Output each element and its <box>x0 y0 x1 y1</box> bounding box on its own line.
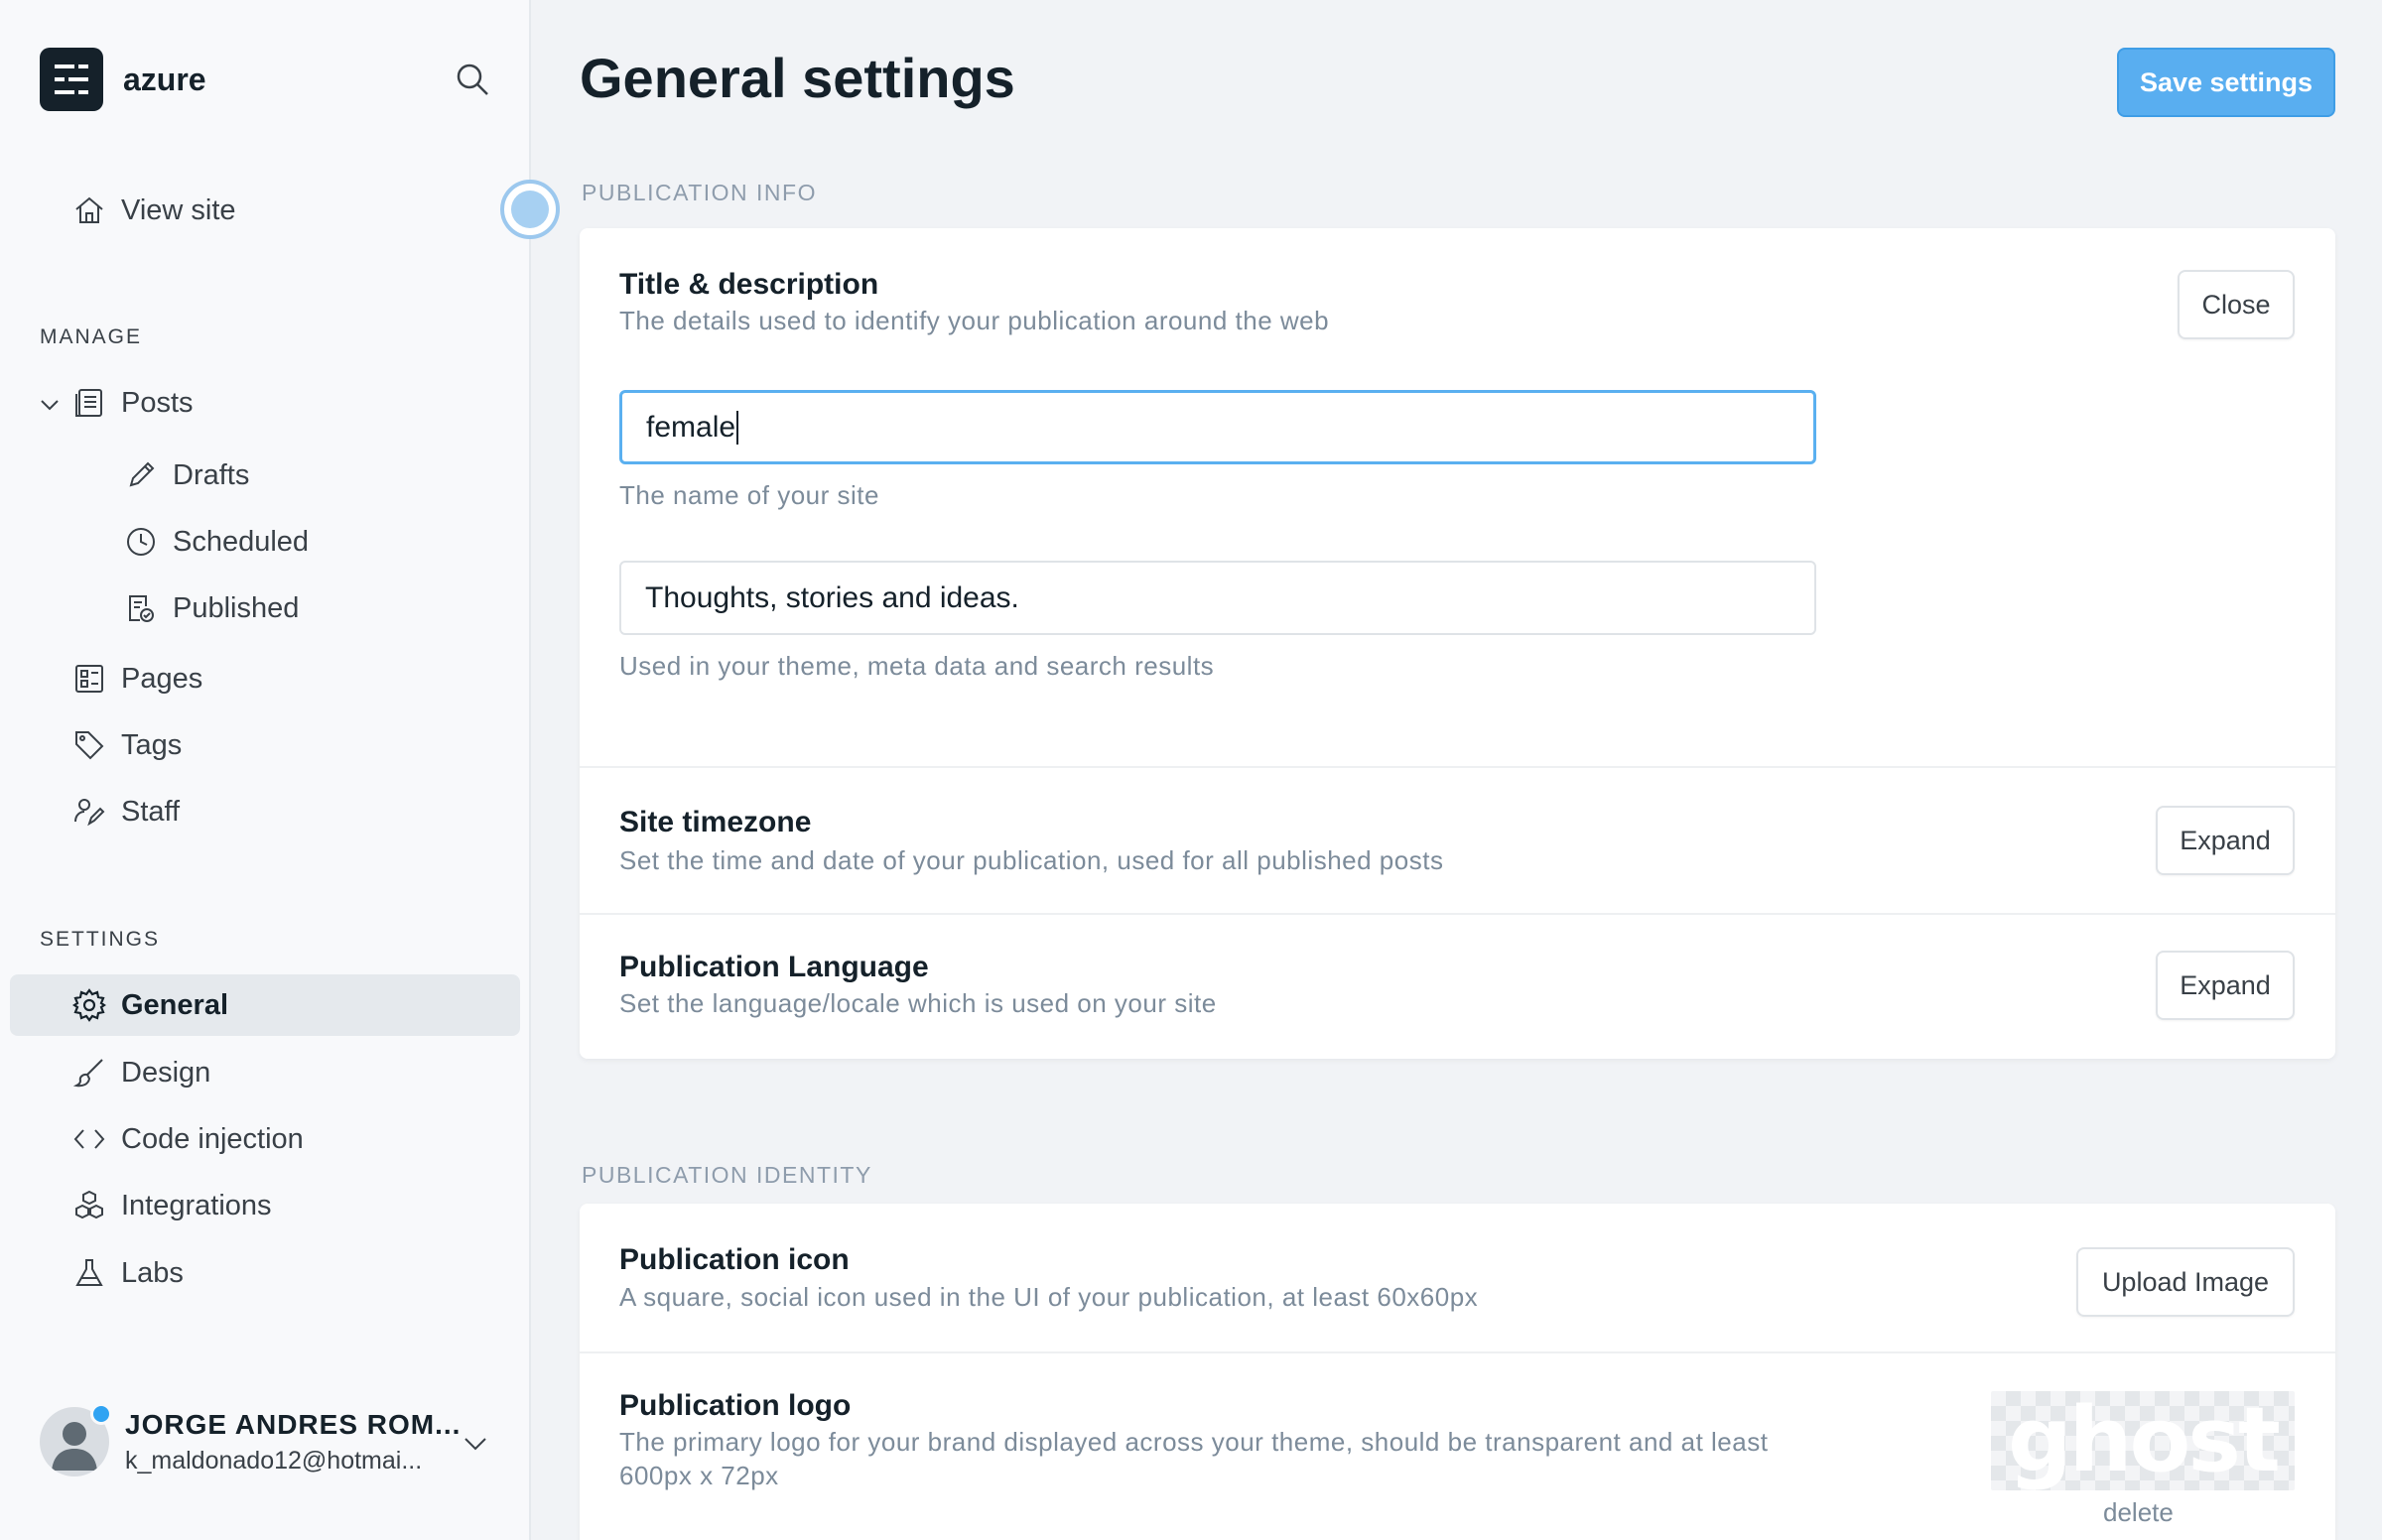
settings-section-label: SETTINGS <box>40 928 161 951</box>
code-icon <box>71 1121 107 1157</box>
language-expand-button[interactable]: Expand <box>2156 951 2295 1020</box>
brush-icon <box>71 1055 107 1091</box>
site-timezone-row: Site timezone Set the time and date of y… <box>580 766 2335 913</box>
nav-published[interactable]: Published <box>123 586 299 630</box>
logo-preview-text: ghost <box>2008 1388 2281 1492</box>
manage-section-label: MANAGE <box>40 325 143 348</box>
sidebar: azure View site MANAGE Posts Drafts Sche… <box>0 0 531 1540</box>
publication-logo-desc: The primary logo for your brand displaye… <box>619 1427 1769 1490</box>
published-icon <box>123 590 159 626</box>
publication-info-card: Title & description The details used to … <box>580 228 2335 1059</box>
text-cursor <box>736 410 739 445</box>
nav-design[interactable]: Design <box>71 1051 210 1094</box>
nav-staff[interactable]: Staff <box>71 790 180 834</box>
user-name: JORGE ANDRES ROM... <box>125 1408 462 1440</box>
brand[interactable]: azure <box>40 48 206 111</box>
site-description-input[interactable]: Thoughts, stories and ideas. <box>619 561 1816 635</box>
staff-icon <box>71 794 107 830</box>
chevron-down-icon[interactable] <box>461 1429 490 1459</box>
nav-published-label: Published <box>173 591 300 624</box>
status-dot <box>90 1403 112 1425</box>
site-description-hint: Used in your theme, meta data and search… <box>619 651 1215 681</box>
site-title-value: female <box>646 410 736 444</box>
nav-pages[interactable]: Pages <box>71 657 202 701</box>
nav-scheduled[interactable]: Scheduled <box>123 520 309 564</box>
nav-drafts-label: Drafts <box>173 458 250 491</box>
publication-language-row: Publication Language Set the language/lo… <box>580 913 2335 1059</box>
timezone-expand-button[interactable]: Expand <box>2156 806 2295 875</box>
user-email: k_maldonado12@hotmai... <box>125 1446 423 1475</box>
close-button[interactable]: Close <box>2178 270 2295 339</box>
publication-icon-desc: A square, social icon used in the UI of … <box>619 1282 1479 1312</box>
tag-icon <box>71 727 107 763</box>
logo-delete-link[interactable]: delete <box>2103 1497 2174 1528</box>
nav-pages-label: Pages <box>121 662 203 695</box>
nav-integrations[interactable]: Integrations <box>71 1184 272 1227</box>
flask-icon <box>71 1255 107 1291</box>
gear-icon <box>71 987 107 1023</box>
posts-icon <box>71 385 107 421</box>
publication-info-label: PUBLICATION INFO <box>582 180 817 205</box>
publication-icon-row: Publication icon A square, social icon u… <box>580 1204 2335 1351</box>
nav-design-label: Design <box>121 1056 211 1089</box>
nav-posts[interactable]: Posts <box>71 381 194 425</box>
integrations-icon <box>71 1188 107 1223</box>
nav-labs[interactable]: Labs <box>71 1251 184 1295</box>
pencil-icon <box>123 457 159 493</box>
site-title-hint: The name of your site <box>619 480 879 510</box>
save-settings-button[interactable]: Save settings <box>2117 48 2335 117</box>
publication-logo-heading: Publication logo <box>619 1389 852 1422</box>
home-icon <box>71 192 107 228</box>
nav-integrations-label: Integrations <box>121 1189 272 1221</box>
user-menu[interactable]: JORGE ANDRES ROM... k_maldonado12@hotmai… <box>40 1403 462 1476</box>
nav-general-label: General <box>121 988 228 1021</box>
publication-icon-heading: Publication icon <box>619 1243 850 1276</box>
clock-icon <box>123 524 159 560</box>
nav-tags[interactable]: Tags <box>71 723 182 767</box>
nav-code-injection[interactable]: Code injection <box>71 1117 304 1161</box>
site-description-value: Thoughts, stories and ideas. <box>645 580 1019 614</box>
site-title-input[interactable]: female <box>619 390 1816 464</box>
nav-drafts[interactable]: Drafts <box>123 453 249 497</box>
nav-view-site[interactable]: View site <box>71 189 236 232</box>
site-timezone-desc: Set the time and date of your publicatio… <box>619 845 1444 875</box>
pages-icon <box>71 661 107 697</box>
upload-image-button[interactable]: Upload Image <box>2076 1247 2295 1317</box>
site-timezone-heading: Site timezone <box>619 806 812 838</box>
brand-logo-icon <box>40 48 103 111</box>
title-description-desc: The details used to identify your public… <box>619 306 1330 335</box>
title-description-heading: Title & description <box>619 268 879 301</box>
nav-code-injection-label: Code injection <box>121 1122 304 1155</box>
nav-labs-label: Labs <box>121 1256 184 1289</box>
nav-general[interactable]: General <box>71 983 228 1027</box>
brand-name: azure <box>123 61 206 97</box>
publication-identity-card: Publication icon A square, social icon u… <box>580 1204 2335 1540</box>
title-description-row: Title & description The details used to … <box>580 228 2335 766</box>
chevron-down-icon[interactable] <box>38 393 62 417</box>
nav-scheduled-label: Scheduled <box>173 525 310 558</box>
publication-identity-label: PUBLICATION IDENTITY <box>582 1162 872 1188</box>
publication-language-heading: Publication Language <box>619 951 929 983</box>
nav-tags-label: Tags <box>121 728 183 761</box>
search-icon[interactable] <box>455 62 490 97</box>
publication-language-desc: Set the language/locale which is used on… <box>619 988 1217 1018</box>
sidebar-resize-handle[interactable] <box>500 180 560 239</box>
logo-preview-image[interactable]: ghost <box>1991 1391 2295 1490</box>
nav-posts-label: Posts <box>121 386 194 419</box>
page-title: General settings <box>580 47 1015 109</box>
nav-view-site-label: View site <box>121 193 236 226</box>
nav-staff-label: Staff <box>121 795 181 828</box>
